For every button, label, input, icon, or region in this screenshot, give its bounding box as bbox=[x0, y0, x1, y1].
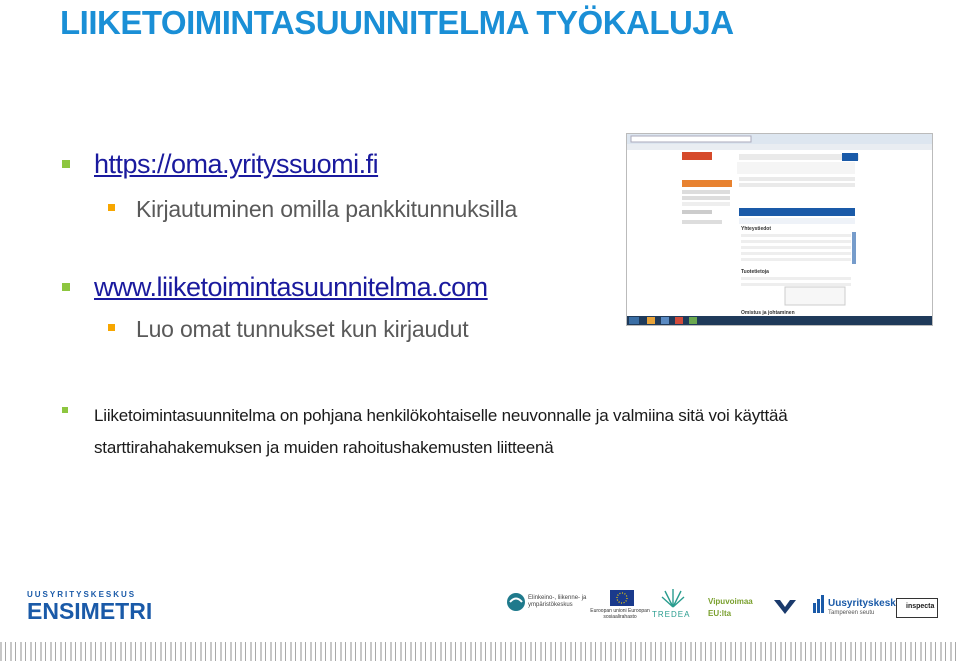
section-label: Yhteystiedot bbox=[741, 226, 771, 232]
uusyrityskeskus-logo-sub: Tampereen seutu bbox=[828, 610, 875, 616]
section-label: Tuotetietoja bbox=[741, 269, 769, 275]
login-note: Kirjautuminen omilla pankkitunnuksilla bbox=[136, 196, 518, 222]
tredea-logo-icon bbox=[661, 589, 685, 608]
website-screenshot-image: Yhteystiedot Tuotetietoja Omistus ja joh… bbox=[627, 134, 932, 325]
liiketoimintasuunnitelma-link[interactable]: www.liiketoimintasuunnitelma.com bbox=[94, 272, 488, 303]
sub-bullet-marker bbox=[108, 324, 115, 331]
footer-decoration bbox=[0, 642, 960, 661]
uusyrityskeskus-logo-icon bbox=[813, 595, 824, 613]
create-account-note: Luo omat tunnukset kun kirjaudut bbox=[136, 316, 469, 342]
inspecta-logo-text: inspecta bbox=[906, 603, 935, 610]
eu-flag-icon bbox=[610, 590, 634, 606]
vipuvoimaa-logo: Vipuvoimaa EU:lta bbox=[708, 597, 753, 618]
ely-logo-text: Elinkeino-, liikenne- ja ympäristökeskus bbox=[528, 595, 587, 608]
eu-logo-text: Euroopan unioni Euroopan sosiaalirahasto bbox=[590, 608, 650, 620]
triangle-logo-icon bbox=[774, 600, 796, 614]
description-paragraph: Liiketoimintasuunnitelma on pohjana henk… bbox=[94, 406, 788, 457]
inspecta-logo: inspecta bbox=[896, 598, 938, 618]
ensimetri-logo: ENSIMETRI bbox=[27, 598, 153, 624]
tredea-logo-text: TREDEA bbox=[652, 610, 691, 619]
ely-logo-icon bbox=[507, 593, 525, 611]
section-label: Omistus ja johtaminen bbox=[741, 310, 795, 316]
sub-bullet-marker bbox=[108, 204, 115, 211]
page-title: LIIKETOIMINTASUUNNITELMA TYÖKALUJA bbox=[60, 4, 734, 41]
bullet-marker bbox=[62, 160, 70, 168]
bullet-marker bbox=[62, 407, 68, 413]
bullet-marker bbox=[62, 283, 70, 291]
website-screenshot: Yhteystiedot Tuotetietoja Omistus ja joh… bbox=[626, 133, 933, 326]
yrityssuomi-link[interactable]: https://oma.yrityssuomi.fi bbox=[94, 149, 379, 180]
